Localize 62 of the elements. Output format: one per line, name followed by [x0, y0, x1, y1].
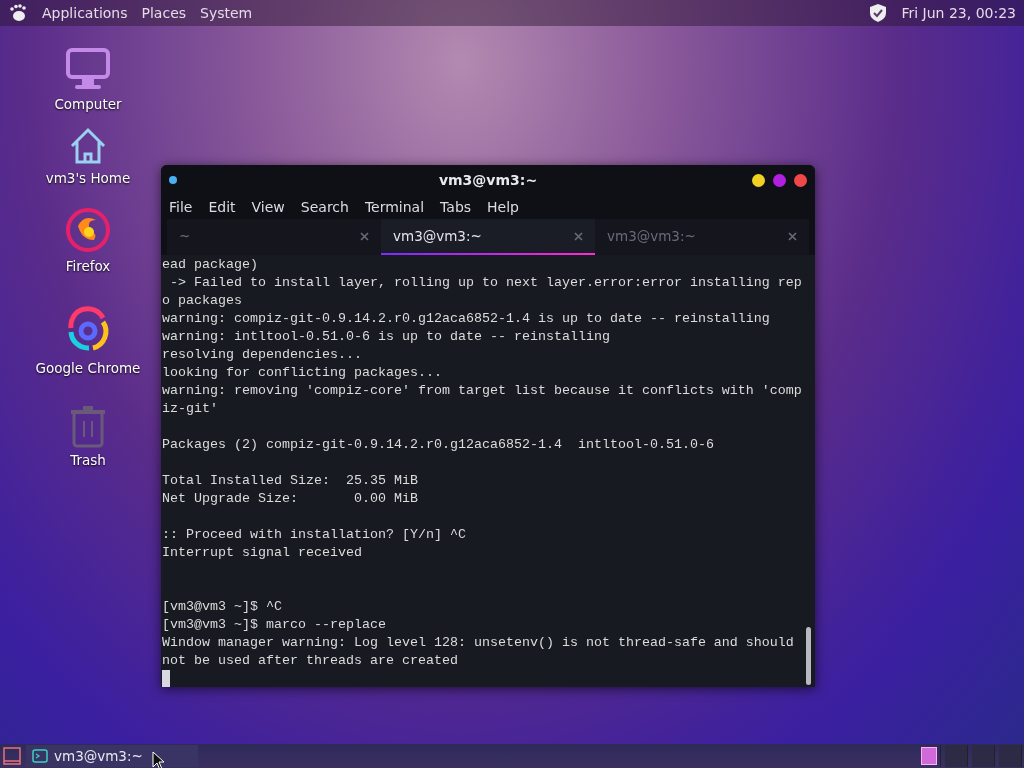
- desktop-icon-label[interactable]: vm3's Home: [45, 170, 131, 186]
- close-button[interactable]: [794, 173, 807, 187]
- menu-item[interactable]: Terminal: [364, 199, 425, 215]
- window-dot-icon: [169, 176, 177, 184]
- house-icon: [68, 126, 108, 166]
- workspace-switcher-item[interactable]: [972, 745, 995, 767]
- terminal-line: not be used after threads are created: [162, 652, 459, 670]
- maximize-button[interactable]: [773, 173, 786, 187]
- window-title: vm3@vm3:~: [438, 172, 538, 188]
- workspace-switcher-item[interactable]: [945, 745, 968, 767]
- shield-check-icon[interactable]: [869, 3, 888, 23]
- menu-item[interactable]: Search: [300, 199, 349, 215]
- terminal-line: :: Proceed with installation? [Y/n] ^C: [162, 526, 467, 544]
- tab-label: vm3@vm3:~: [393, 228, 482, 244]
- foot-logo-icon[interactable]: [8, 3, 28, 23]
- terminal-line: warning: compiz-git-0.9.14.2.r0.g12aca6852-1.4 is up to date -- reinstalling: [162, 310, 771, 328]
- tab-label: vm3@vm3:~: [607, 228, 696, 244]
- menu-item[interactable]: View: [251, 199, 285, 215]
- monitor-icon: [65, 46, 111, 92]
- firefox-icon: [64, 206, 112, 254]
- terminal-line: warning: intltool-0.51.0-6 is up to date -- reinstalling: [162, 328, 611, 346]
- mouse-pointer-icon: [152, 751, 166, 768]
- terminal-line: iz-git': [162, 400, 219, 418]
- workspace-switcher-item[interactable]: [999, 745, 1022, 767]
- terminal-line: resolving dependencies...: [162, 346, 363, 364]
- menu-item[interactable]: Help: [487, 199, 519, 215]
- taskbar-window-button[interactable]: vm3@vm3:~: [26, 745, 198, 767]
- terminal-tab[interactable]: vm3@vm3:~: [381, 219, 595, 255]
- workspace-switcher-item[interactable]: [918, 745, 941, 767]
- terminal-line: warning: removing 'compiz-core' from target list because it conflicts with 'comp: [162, 382, 803, 400]
- panel-menu[interactable]: Applications: [42, 5, 128, 21]
- terminal-line: Interrupt signal received: [162, 544, 363, 562]
- close-tab-icon[interactable]: [360, 231, 369, 241]
- menu-item[interactable]: Tabs: [440, 199, 472, 215]
- terminal-icon: [32, 749, 48, 763]
- close-tab-icon[interactable]: [788, 231, 797, 241]
- terminal-line: Window manager warning: Log level 128: unsetenv() is not thread-safe and should: [162, 634, 795, 652]
- clock[interactable]: Fri Jun 23, 00:23: [901, 5, 1016, 21]
- desktop-icon-label[interactable]: Firefox: [65, 258, 111, 274]
- desktop-icon-label[interactable]: Computer: [54, 96, 122, 112]
- terminal-line: o packages: [162, 292, 243, 310]
- scrollbar-thumb[interactable]: [806, 627, 811, 685]
- terminal-line: Net Upgrade Size: 0.00 MiB: [162, 490, 419, 508]
- tab-label: ~: [179, 228, 191, 244]
- terminal-line: -> Failed to install layer, rolling up to next layer.error:error installing rep: [169, 274, 803, 292]
- panel-menu[interactable]: Places: [141, 5, 187, 21]
- text-cursor: [162, 670, 170, 687]
- desktop-icon-label[interactable]: Google Chrome: [35, 360, 141, 376]
- trash-icon: [68, 406, 108, 448]
- show-desktop-icon[interactable]: [2, 746, 22, 766]
- terminal-line: [vm3@vm3 ~]$ marco --replace: [162, 616, 387, 634]
- terminal-line: Packages (2) compiz-git-0.9.14.2.r0.g12aca6852-1.4 intltool-0.51.0-6: [162, 436, 715, 454]
- terminal-line: ead package): [162, 256, 259, 274]
- desktop-icon-label[interactable]: Trash: [70, 452, 106, 468]
- menu-item[interactable]: File: [169, 199, 193, 215]
- terminal-line: Total Installed Size: 25.35 MiB: [162, 472, 419, 490]
- panel-menu[interactable]: System: [200, 5, 253, 21]
- close-tab-icon[interactable]: [574, 231, 583, 241]
- minimize-button[interactable]: [752, 173, 765, 187]
- terminal-line: [vm3@vm3 ~]$ ^C: [162, 598, 283, 616]
- terminal-line: looking for conflicting packages...: [162, 364, 443, 382]
- menu-item[interactable]: Edit: [208, 199, 236, 215]
